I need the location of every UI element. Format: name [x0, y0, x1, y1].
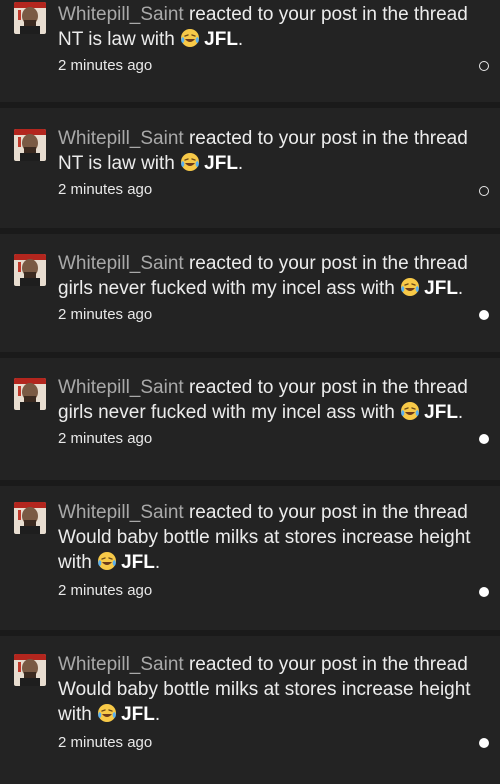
- read-indicator-icon[interactable]: [479, 186, 489, 196]
- notification-text: Whitepill_Saint reacted to your post in …: [58, 253, 468, 299]
- timestamp: 2 minutes ago: [58, 306, 153, 323]
- username-link[interactable]: Whitepill_Saint: [58, 4, 184, 25]
- laughing-crying-emoji-icon: [181, 29, 200, 47]
- timestamp: 2 minutes ago: [58, 430, 153, 447]
- notification-text: Whitepill_Saint reacted to your post in …: [58, 654, 471, 725]
- thread-link[interactable]: girls never fucked with my incel ass: [58, 278, 356, 299]
- thread-link[interactable]: NT is law: [58, 29, 136, 50]
- thread-link[interactable]: Would baby bottle milks at stores increa…: [58, 679, 471, 700]
- notification-text: Whitepill_Saint reacted to your post in …: [58, 128, 468, 174]
- unread-indicator-icon[interactable]: [479, 587, 489, 597]
- laughing-crying-emoji-icon: [401, 402, 420, 420]
- unread-indicator-icon[interactable]: [479, 434, 489, 444]
- timestamp: 2 minutes ago: [58, 582, 153, 599]
- timestamp: 2 minutes ago: [58, 734, 153, 751]
- user-avatar[interactable]: [14, 378, 46, 410]
- notification-text: Whitepill_Saint reacted to your post in …: [58, 4, 468, 50]
- thread-link[interactable]: Would baby bottle milks at stores increa…: [58, 527, 471, 548]
- username-link[interactable]: Whitepill_Saint: [58, 128, 184, 149]
- thread-link[interactable]: girls never fucked with my incel ass: [58, 402, 356, 423]
- laughing-crying-emoji-icon: [401, 278, 420, 296]
- read-indicator-icon[interactable]: [479, 61, 489, 71]
- notification-list: Whitepill_Saint reacted to your post in …: [0, 0, 500, 784]
- user-avatar[interactable]: [14, 502, 46, 534]
- timestamp: 2 minutes ago: [58, 57, 153, 74]
- username-link[interactable]: Whitepill_Saint: [58, 502, 184, 523]
- laughing-crying-emoji-icon: [98, 552, 117, 570]
- laughing-crying-emoji-icon: [181, 153, 200, 171]
- unread-indicator-icon[interactable]: [479, 738, 489, 748]
- user-avatar[interactable]: [14, 654, 46, 686]
- notification-item[interactable]: Whitepill_Saint reacted to your post in …: [0, 0, 500, 102]
- username-link[interactable]: Whitepill_Saint: [58, 253, 184, 274]
- notification-item[interactable]: Whitepill_Saint reacted to your post in …: [0, 636, 500, 784]
- laughing-crying-emoji-icon: [98, 704, 117, 722]
- unread-indicator-icon[interactable]: [479, 310, 489, 320]
- thread-link[interactable]: NT is law: [58, 153, 136, 174]
- username-link[interactable]: Whitepill_Saint: [58, 377, 184, 398]
- notification-item[interactable]: Whitepill_Saint reacted to your post in …: [0, 358, 500, 480]
- user-avatar[interactable]: [14, 254, 46, 286]
- user-avatar[interactable]: [14, 129, 46, 161]
- notification-item[interactable]: Whitepill_Saint reacted to your post in …: [0, 234, 500, 352]
- notification-item[interactable]: Whitepill_Saint reacted to your post in …: [0, 108, 500, 228]
- user-avatar[interactable]: [14, 2, 46, 34]
- notification-item[interactable]: Whitepill_Saint reacted to your post in …: [0, 486, 500, 630]
- timestamp: 2 minutes ago: [58, 181, 153, 198]
- username-link[interactable]: Whitepill_Saint: [58, 654, 184, 675]
- notification-text: Whitepill_Saint reacted to your post in …: [58, 377, 468, 423]
- notification-text: Whitepill_Saint reacted to your post in …: [58, 502, 471, 573]
